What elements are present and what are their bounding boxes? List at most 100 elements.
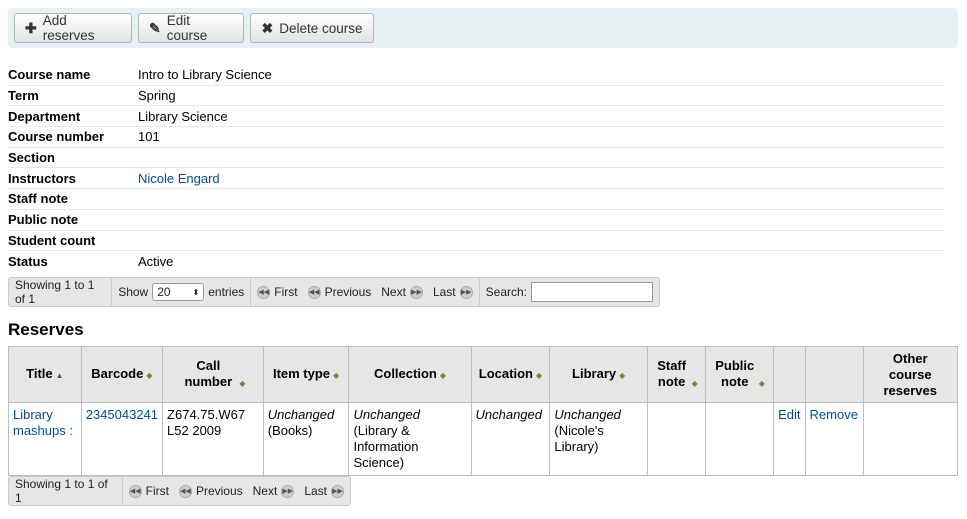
plus-icon: ✚ <box>25 19 37 36</box>
toolbar: ✚ Add reserves ✎ Edit course ✖ Delete co… <box>8 8 958 48</box>
item-type-cell: Unchanged (Books) <box>262 402 350 476</box>
library-cell: Unchanged (Nicole's Library) <box>549 402 648 476</box>
pagination: ◀◀ First ◀◀ Previous Next ▶▶ Last ▶▶ <box>251 278 480 306</box>
detail-row-staff-note: Staff note <box>8 189 944 210</box>
call-number-cell: Z674.75.W67 L52 2009 <box>162 402 264 476</box>
column-call-number-label: Call number <box>184 357 233 389</box>
delete-course-button[interactable]: ✖ Delete course <box>250 13 374 43</box>
sort-icon: ◆ <box>691 378 698 388</box>
collection-value: (Library & Information Science) <box>353 423 419 470</box>
column-location[interactable]: Location ◆ <box>470 346 551 403</box>
last-label: Last <box>304 484 327 498</box>
collection-status: Unchanged <box>353 407 420 422</box>
detail-label: Status <box>8 254 48 270</box>
x-icon: ✖ <box>261 19 274 36</box>
column-public-note-label: Public note <box>715 357 755 389</box>
next-page-button[interactable]: Next ▶▶ <box>381 285 423 299</box>
library-status: Unchanged <box>554 407 621 422</box>
last-page-button[interactable]: Last ▶▶ <box>433 285 473 299</box>
add-reserves-button[interactable]: ✚ Add reserves <box>14 13 132 43</box>
previous-page-button[interactable]: ◀◀ Previous <box>178 484 243 498</box>
column-library[interactable]: Library ◆ <box>549 346 648 403</box>
detail-label: Section <box>8 150 55 166</box>
detail-row-department: Department Library Science <box>8 106 944 128</box>
column-item-type[interactable]: Item type ◆ <box>262 346 350 403</box>
instructor-link[interactable]: Nicole Engard <box>138 171 220 186</box>
next-icon: ▶▶ <box>409 285 423 299</box>
column-public-note[interactable]: Public note ◆ <box>704 346 775 403</box>
first-page-button[interactable]: ◀◀ First <box>257 285 298 299</box>
search-input[interactable] <box>531 282 653 302</box>
sort-icon: ◆ <box>146 370 153 380</box>
detail-label: Course name <box>8 67 91 83</box>
library-value: (Nicole's Library) <box>554 423 604 454</box>
sort-icon: ◆ <box>333 370 340 380</box>
detail-row-status: Status Active <box>8 251 944 272</box>
column-call-number[interactable]: Call number ◆ <box>162 346 264 403</box>
entries-select[interactable]: 20 ⬍ <box>152 283 205 301</box>
pagination: ◀◀ First ◀◀ Previous Next ▶▶ Last ▶▶ <box>123 477 350 505</box>
sort-icon: ◆ <box>239 378 246 388</box>
previous-label: Previous <box>324 285 372 299</box>
select-arrows-icon: ⬍ <box>192 287 200 297</box>
edit-link[interactable]: Edit <box>778 407 800 422</box>
item-type-status: Unchanged <box>267 407 335 422</box>
column-barcode[interactable]: Barcode ◆ <box>80 346 164 403</box>
column-collection[interactable]: Collection ◆ <box>348 346 472 403</box>
detail-row-section: Section <box>8 148 944 169</box>
detail-label: Instructors <box>8 170 76 186</box>
edit-course-button[interactable]: ✎ Edit course <box>138 13 244 43</box>
first-label: First <box>145 484 169 498</box>
detail-row-course-number: Course number 101 <box>8 127 944 148</box>
detail-label: Term <box>8 88 39 104</box>
column-other-label: Other course reserves <box>883 350 938 398</box>
column-title-label: Title <box>26 365 53 381</box>
table-row: Library mashups : 2345043241 Z674.75.W67… <box>8 402 959 476</box>
column-other-reserves: Other course reserves <box>862 346 959 403</box>
pager-info-text: Showing 1 to 1 of 1 <box>15 477 108 505</box>
next-page-button[interactable]: Next ▶▶ <box>253 484 295 498</box>
staff-note-cell <box>646 402 706 476</box>
detail-row-student-count: Student count <box>8 231 944 252</box>
location-cell: Unchanged <box>470 402 551 476</box>
column-edit <box>773 346 806 403</box>
pager-top: Showing 1 to 1 of 1 Show 20 ⬍ entries ◀◀… <box>8 277 660 307</box>
location-status: Unchanged <box>475 407 543 422</box>
add-reserves-label: Add reserves <box>42 13 95 43</box>
detail-row-course-name: Course name Intro to Library Science <box>8 65 944 86</box>
first-page-button[interactable]: ◀◀ First <box>128 484 169 498</box>
detail-label: Staff note <box>8 191 68 207</box>
column-item-type-label: Item type <box>272 365 331 381</box>
show-label: Show <box>118 285 149 299</box>
reserves-table: Title ▲ Barcode ◆ Call number ◆ Item type ◆ … <box>8 346 959 476</box>
detail-label: Student count <box>8 232 96 248</box>
entries-label: entries <box>208 285 245 299</box>
column-title[interactable]: Title ▲ <box>8 346 82 403</box>
edit-course-label: Edit course <box>166 13 208 43</box>
first-label: First <box>274 285 298 299</box>
detail-value: Spring <box>138 88 176 104</box>
detail-value: Active <box>138 254 174 270</box>
column-staff-note[interactable]: Staff note ◆ <box>646 346 706 403</box>
search-label: Search: <box>485 285 527 299</box>
pencil-icon: ✎ <box>149 19 161 36</box>
column-library-label: Library <box>572 365 617 381</box>
collection-cell: Unchanged (Library & Information Science) <box>348 402 472 476</box>
sort-icon: ◆ <box>619 370 626 380</box>
item-type-value: (Books) <box>267 423 313 438</box>
last-icon: ▶▶ <box>331 484 344 498</box>
column-barcode-label: Barcode <box>91 365 144 381</box>
detail-row-instructors: Instructors Nicole Engard <box>8 168 944 190</box>
title-link[interactable]: Library mashups : <box>13 407 73 438</box>
sort-icon: ◆ <box>439 370 446 380</box>
last-page-button[interactable]: Last ▶▶ <box>304 484 344 498</box>
detail-label: Public note <box>8 212 79 228</box>
remove-link[interactable]: Remove <box>810 407 858 422</box>
course-details: Course name Intro to Library Science Ter… <box>8 65 944 272</box>
barcode-link[interactable]: 2345043241 <box>86 407 158 422</box>
other-reserves-cell <box>862 402 959 476</box>
detail-value: Intro to Library Science <box>138 67 272 83</box>
previous-page-button[interactable]: ◀◀ Previous <box>307 285 372 299</box>
first-icon: ◀◀ <box>257 285 271 299</box>
pager-bottom: Showing 1 to 1 of 1 ◀◀ First ◀◀ Previous… <box>8 476 351 506</box>
